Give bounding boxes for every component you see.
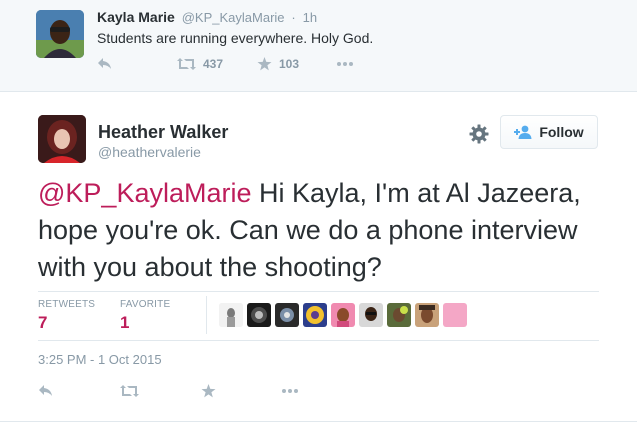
more-icon[interactable] <box>281 388 299 394</box>
avatar[interactable] <box>303 303 327 327</box>
divider <box>38 291 599 292</box>
divider <box>38 340 599 341</box>
context-favorite-button[interactable]: 103 <box>257 57 299 71</box>
context-separator: · <box>291 10 296 25</box>
avatar[interactable] <box>247 303 271 327</box>
add-user-icon <box>514 125 532 139</box>
retweet-icon[interactable] <box>120 384 139 398</box>
avatar[interactable] <box>443 303 467 327</box>
context-tweet-header: Kayla Marie @KP_KaylaMarie · 1h <box>97 9 317 25</box>
context-retweet-button[interactable]: 437 <box>177 57 223 71</box>
avatar[interactable] <box>275 303 299 327</box>
avatar[interactable] <box>359 303 383 327</box>
context-tweet-text: Students are running everywhere. Holy Go… <box>97 30 374 46</box>
stats-divider <box>206 296 207 334</box>
context-favorite-count: 103 <box>279 57 300 71</box>
favoriter-avatars <box>219 303 471 327</box>
avatar[interactable] <box>219 303 243 327</box>
avatar[interactable] <box>415 303 439 327</box>
retweets-label[interactable]: RETWEETS <box>38 299 95 310</box>
follow-label: Follow <box>539 124 584 140</box>
kayla-avatar[interactable] <box>36 10 84 58</box>
author-handle[interactable]: @heathervalerie <box>98 144 201 160</box>
context-time[interactable]: 1h <box>303 10 317 25</box>
context-retweet-count: 437 <box>203 57 224 71</box>
divider <box>0 421 637 422</box>
tweet-text: @KP_KaylaMarie Hi Kayla, I'm at Al Jazee… <box>38 175 613 286</box>
gear-icon[interactable] <box>469 124 489 144</box>
author-name[interactable]: Heather Walker <box>98 122 228 143</box>
favorites-label[interactable]: FAVORITE <box>120 299 170 310</box>
favorites-count[interactable]: 1 <box>120 313 129 333</box>
avatar[interactable] <box>331 303 355 327</box>
reply-icon[interactable] <box>97 57 113 71</box>
reply-icon[interactable] <box>38 384 54 398</box>
retweet-icon <box>177 58 196 70</box>
context-tweet: Kayla Marie @KP_KaylaMarie · 1h Students… <box>0 0 637 92</box>
star-icon[interactable] <box>201 384 216 398</box>
tweet-timestamp[interactable]: 3:25 PM - 1 Oct 2015 <box>38 352 162 367</box>
heather-avatar[interactable] <box>38 115 86 163</box>
star-icon <box>257 57 272 71</box>
context-author-handle[interactable]: @KP_KaylaMarie <box>182 10 285 25</box>
mention-link[interactable]: @KP_KaylaMarie <box>38 178 252 208</box>
retweets-count[interactable]: 7 <box>38 313 47 333</box>
follow-button[interactable]: Follow <box>500 115 598 149</box>
context-author-name[interactable]: Kayla Marie <box>97 9 175 25</box>
more-icon[interactable] <box>336 61 354 67</box>
avatar[interactable] <box>387 303 411 327</box>
